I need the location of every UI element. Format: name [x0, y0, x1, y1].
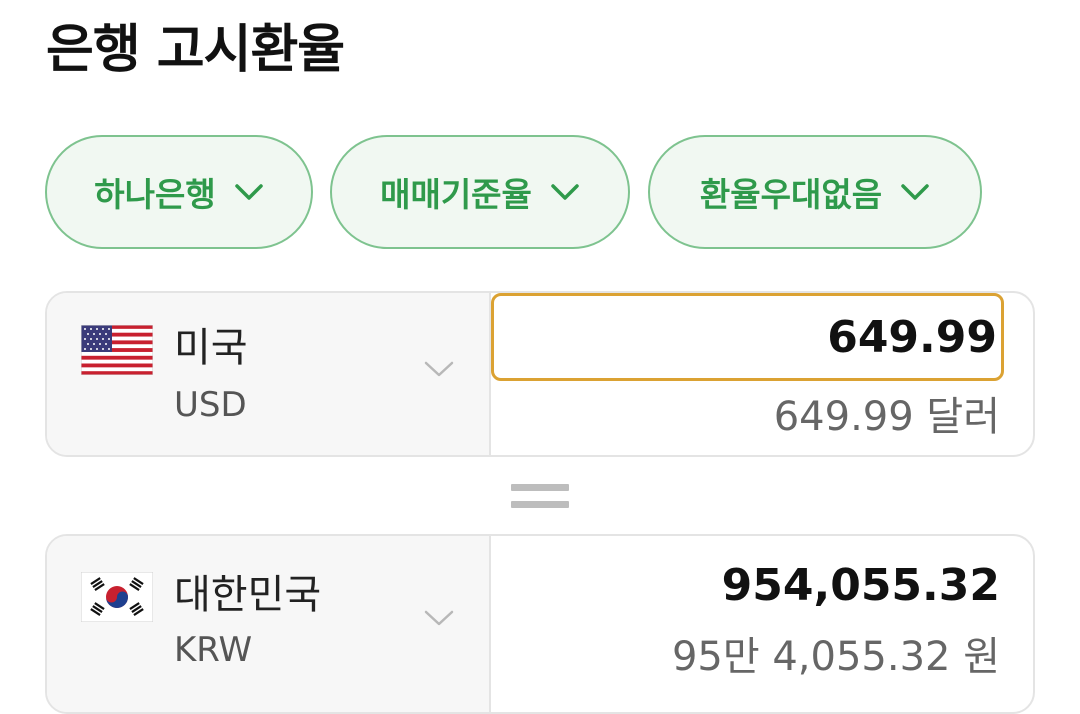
- equals-icon: [511, 482, 569, 510]
- rate-type-select-label: 매매기준율: [380, 175, 532, 214]
- from-currency-code: USD: [174, 385, 247, 425]
- chevron-down-icon: [424, 610, 454, 626]
- bank-select-label: 하나은행: [94, 175, 216, 214]
- from-amount-value: 649.99: [827, 312, 997, 363]
- from-currency-row: 미국 USD 649.99 649.99 달러: [45, 291, 1035, 457]
- rate-type-select-button[interactable]: 매매기준율: [330, 135, 630, 249]
- us-flag-icon: [81, 325, 153, 375]
- kr-flag-icon: [81, 572, 153, 622]
- from-amount-input[interactable]: 649.99: [491, 293, 1004, 381]
- chevron-down-icon: [234, 182, 264, 202]
- from-amount-readable: 649.99 달러: [773, 394, 1000, 440]
- chevron-down-icon: [424, 361, 454, 377]
- preference-select-button[interactable]: 환율우대없음: [648, 135, 982, 249]
- to-currency-row: 대한민국 KRW 954,055.32 95만 4,055.32 원: [45, 534, 1035, 714]
- to-amount-panel: 954,055.32 95만 4,055.32 원: [491, 536, 1033, 712]
- to-country-name: 대한민국: [174, 572, 322, 618]
- from-currency-select[interactable]: 미국 USD: [47, 293, 491, 455]
- to-currency-code: KRW: [174, 630, 253, 670]
- to-amount-value[interactable]: 954,055.32: [722, 556, 1000, 616]
- to-amount-readable: 95만 4,055.32 원: [671, 634, 1000, 680]
- chevron-down-icon: [550, 182, 580, 202]
- chevron-down-icon: [900, 182, 930, 202]
- bank-select-button[interactable]: 하나은행: [45, 135, 313, 249]
- to-currency-select[interactable]: 대한민국 KRW: [47, 536, 491, 712]
- preference-select-label: 환율우대없음: [699, 175, 883, 214]
- page-title: 은행 고시환율: [46, 20, 345, 80]
- from-amount-panel: 649.99 649.99 달러: [491, 293, 1033, 455]
- from-country-name: 미국: [174, 325, 248, 371]
